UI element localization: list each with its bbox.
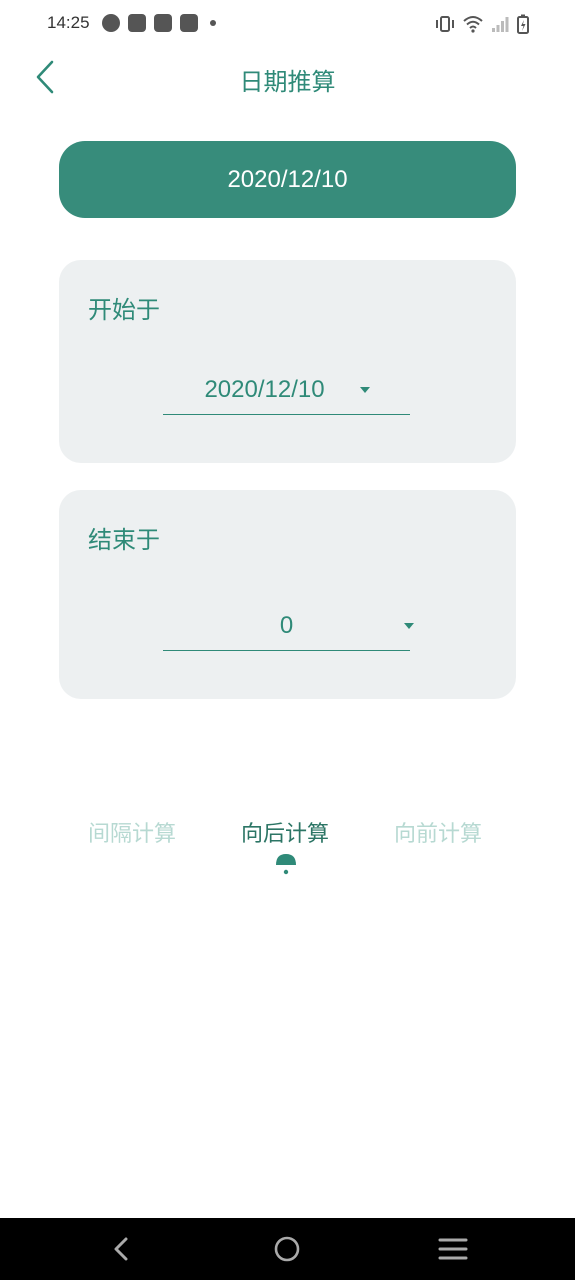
tab-interval-calc[interactable]: 间隔计算 [88,816,176,848]
active-tab-indicator-icon [276,854,296,875]
calculation-mode-tabs: 间隔计算 向后计算 向前计算 [0,816,575,886]
page-title: 日期推算 [239,68,336,96]
battery-charging-icon [517,14,529,34]
speed-icon [102,14,120,32]
shopping-bag-icon [154,14,172,32]
start-date-dropdown[interactable]: 2020/12/10 [163,370,410,415]
menu-icon [438,1238,468,1260]
shopping-bag-icon [128,14,146,32]
nav-home-button[interactable] [270,1232,304,1266]
shopping-bag-icon [180,14,198,32]
result-display: 2020/12/10 [59,141,516,218]
tab-forward-calc[interactable]: 向前计算 [394,816,482,848]
start-label: 开始于 [88,296,160,324]
dropdown-arrow-icon [360,387,370,393]
nav-home-icon [274,1236,300,1262]
vibrate-icon [436,16,454,32]
nav-back-icon [114,1237,128,1261]
system-navigation-bar [0,1218,575,1280]
system-icons [435,14,529,34]
start-date-value: 2020/12/10 [204,376,325,403]
more-notifications-icon [210,20,216,26]
nav-recents-button[interactable] [436,1232,470,1266]
signal-icon [492,17,509,32]
start-date-card: 开始于 2020/12/10 [59,260,516,463]
tab-backward-calc[interactable]: 向后计算 [241,816,329,848]
app-header: 日期推算 [0,48,575,112]
dropdown-arrow-icon [404,623,414,629]
notification-icons [102,14,216,32]
end-label: 结束于 [88,526,160,554]
end-card: 结束于 0 [59,490,516,699]
status-time: 14:25 [47,13,90,32]
wifi-icon [463,16,483,33]
days-value: 0 [279,612,294,639]
nav-back-button[interactable] [105,1232,139,1266]
status-bar: 14:25 [0,0,575,48]
days-dropdown[interactable]: 0 [163,606,414,651]
